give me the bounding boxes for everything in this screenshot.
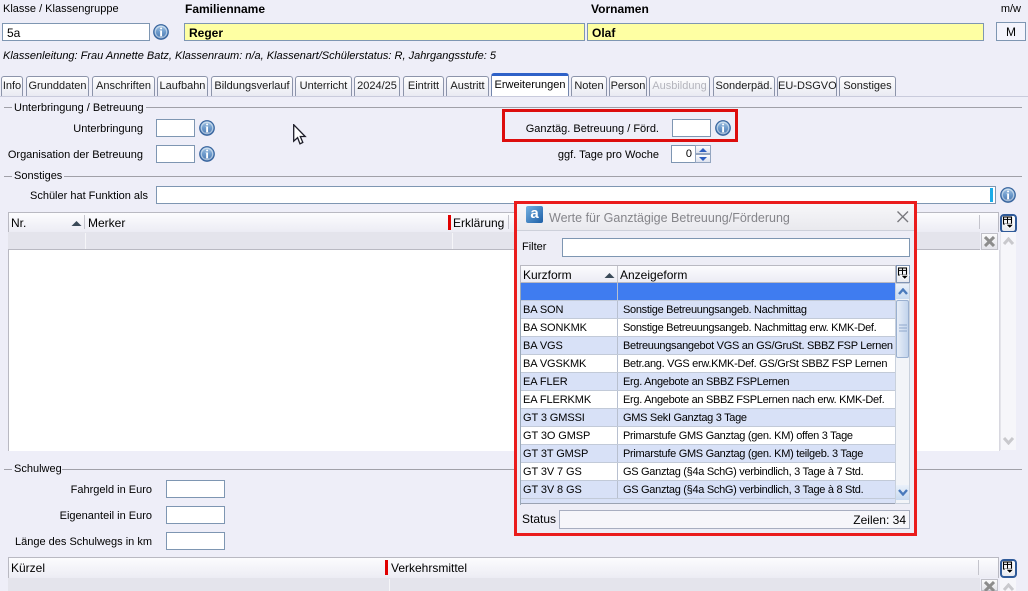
svg-text:i: i: [721, 121, 725, 136]
svg-text:i: i: [205, 147, 209, 162]
svg-text:i: i: [159, 25, 163, 40]
svg-text:i: i: [205, 121, 209, 136]
svg-text:i: i: [1006, 188, 1010, 203]
